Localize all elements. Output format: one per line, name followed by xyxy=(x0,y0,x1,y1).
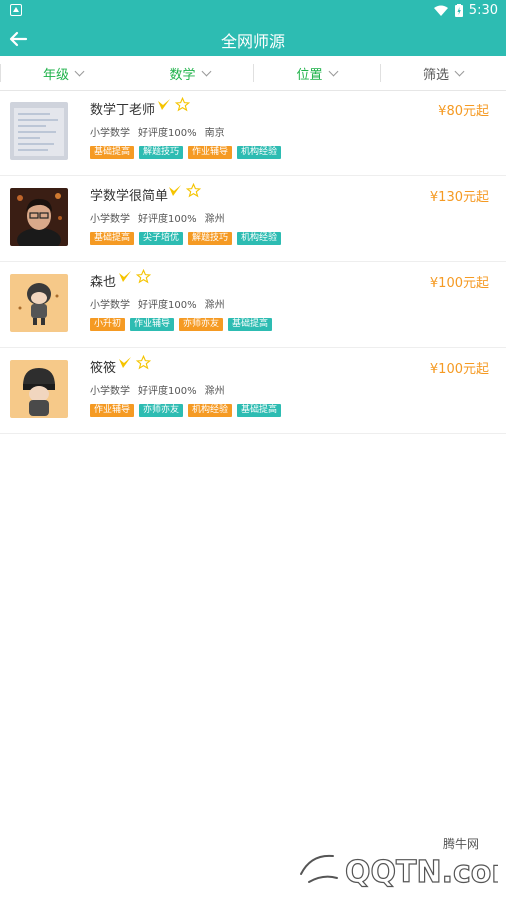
filter-location-label: 位置 xyxy=(296,67,323,83)
star-icon xyxy=(175,97,190,112)
status-icons: 5:30 xyxy=(433,3,498,18)
teacher-badges xyxy=(118,269,151,284)
tag: 尖子培优 xyxy=(139,232,184,245)
tag: 机构经验 xyxy=(237,146,282,159)
price: ¥80元起 xyxy=(438,104,489,119)
teacher-meta: 小学数学 好评度100% 滁州 xyxy=(90,296,225,311)
watermark: 腾牛网 QQTN.com xyxy=(293,834,506,894)
tag: 基础提高 xyxy=(237,404,282,417)
wifi-icon xyxy=(433,5,448,16)
watermark-logo: 腾牛网 QQTN.com xyxy=(298,836,506,891)
notification-icon xyxy=(10,4,22,16)
tag: 基础提高 xyxy=(228,318,273,331)
teacher-meta: 小学数学 好评度100% 南京 xyxy=(90,124,225,139)
teacher-name: 森也 xyxy=(90,275,117,290)
rating: 好评度100% xyxy=(138,300,197,311)
subject: 小学数学 xyxy=(90,300,130,311)
app-bar: 全网师源 xyxy=(0,22,506,56)
watermark-top-text: 腾牛网 xyxy=(443,836,479,851)
tag: 机构经验 xyxy=(237,232,282,245)
clock: 5:30 xyxy=(468,3,498,18)
teacher-meta: 小学数学 好评度100% 滁州 xyxy=(90,210,225,225)
verified-v-icon xyxy=(158,98,170,110)
rating: 好评度100% xyxy=(138,128,197,139)
verified-v-icon xyxy=(119,270,131,282)
tag-list: 基础提高 解题技巧 作业辅导 机构经验 xyxy=(90,146,282,159)
page-title: 全网师源 xyxy=(220,32,285,51)
chevron-down-icon xyxy=(454,66,465,76)
filter-subject-label: 数学 xyxy=(169,67,196,83)
watermark-main-text: QQTN.com xyxy=(345,855,498,890)
filter-grade[interactable]: 年级 xyxy=(0,56,126,90)
tag: 亦师亦友 xyxy=(139,404,184,417)
teacher-list: 数学丁老师 ¥80元起 小学数学 好评度100% 南京 基础提高 解题技巧 作业… xyxy=(0,90,506,434)
tag: 作业辅导 xyxy=(188,146,233,159)
teacher-name: 学数学很简单 xyxy=(90,189,169,204)
filter-location[interactable]: 位置 xyxy=(253,56,380,90)
subject: 小学数学 xyxy=(90,386,130,397)
divider xyxy=(0,64,1,82)
teacher-name: 筱筱 xyxy=(90,361,117,376)
chevron-down-icon xyxy=(328,66,338,76)
price: ¥100元起 xyxy=(429,362,489,377)
tag: 作业辅导 xyxy=(130,318,175,331)
filter-bar: 年级 数学 位置 筛选 xyxy=(0,56,506,91)
city: 南京 xyxy=(204,128,225,139)
filter-grade-label: 年级 xyxy=(42,67,69,83)
tag: 基础提高 xyxy=(90,232,135,245)
avatar xyxy=(10,188,68,246)
city: 滁州 xyxy=(204,214,225,225)
star-icon xyxy=(186,183,201,198)
verified-v-icon xyxy=(169,184,181,196)
tag-list: 小升初 作业辅导 亦师亦友 基础提高 xyxy=(90,318,273,331)
teacher-row[interactable]: 森也 ¥100元起 小学数学 好评度100% 滁州 小升初 作业辅导 亦师亦友 … xyxy=(0,262,506,348)
avatar xyxy=(10,102,68,160)
city: 滁州 xyxy=(204,300,225,311)
avatar xyxy=(10,274,68,332)
subject: 小学数学 xyxy=(90,128,130,139)
price: ¥130元起 xyxy=(429,190,489,205)
avatar xyxy=(10,360,68,418)
tag: 亦师亦友 xyxy=(179,318,224,331)
teacher-row[interactable]: 数学丁老师 ¥80元起 小学数学 好评度100% 南京 基础提高 解题技巧 作业… xyxy=(0,90,506,176)
status-bar: 5:30 xyxy=(0,0,506,22)
star-icon xyxy=(136,355,151,370)
teacher-badges xyxy=(157,97,190,112)
tag-list: 基础提高 尖子培优 解题技巧 机构经验 xyxy=(90,232,282,245)
subject: 小学数学 xyxy=(90,214,130,225)
rating: 好评度100% xyxy=(138,214,197,225)
filter-subject[interactable]: 数学 xyxy=(126,56,253,90)
tag: 解题技巧 xyxy=(188,232,233,245)
teacher-badges xyxy=(118,355,151,370)
tag: 作业辅导 xyxy=(90,404,135,417)
battery-icon xyxy=(454,4,463,17)
price: ¥100元起 xyxy=(429,276,489,291)
filter-more-label: 筛选 xyxy=(422,67,449,83)
tag: 小升初 xyxy=(90,318,126,331)
tag: 机构经验 xyxy=(188,404,233,417)
chevron-down-icon xyxy=(201,66,211,76)
teacher-badges xyxy=(168,183,201,198)
tag: 基础提高 xyxy=(90,146,135,159)
teacher-row[interactable]: 筱筱 ¥100元起 小学数学 好评度100% 滁州 作业辅导 亦师亦友 机构经验… xyxy=(0,348,506,434)
filter-more[interactable]: 筛选 xyxy=(380,56,506,90)
verified-v-icon xyxy=(119,356,131,368)
teacher-meta: 小学数学 好评度100% 滁州 xyxy=(90,382,225,397)
rating: 好评度100% xyxy=(138,386,197,397)
teacher-row[interactable]: 学数学很简单 ¥130元起 小学数学 好评度100% 滁州 基础提高 尖子培优 … xyxy=(0,176,506,262)
chevron-down-icon xyxy=(74,66,85,76)
tag: 解题技巧 xyxy=(139,146,184,159)
teacher-name: 数学丁老师 xyxy=(90,103,156,118)
tag-list: 作业辅导 亦师亦友 机构经验 基础提高 xyxy=(90,404,282,417)
city: 滁州 xyxy=(204,386,225,397)
star-icon xyxy=(136,269,151,284)
